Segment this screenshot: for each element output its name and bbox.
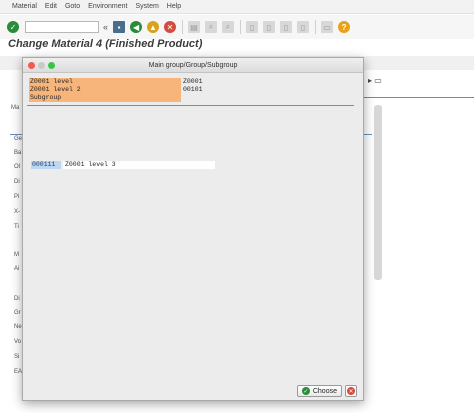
background-section-line xyxy=(10,134,22,135)
toolbar: ✓ « ▪ ◀ ▲ ✕ ▤ ⌕ ⌕ ▯ ▯ ▯ ▯ ▭ ? xyxy=(0,15,474,39)
background-section-line xyxy=(364,134,372,135)
find-next-icon[interactable]: ⌕ xyxy=(222,21,235,33)
save-icon[interactable]: ▪ xyxy=(113,21,126,33)
double-chevron-left-icon[interactable]: « xyxy=(103,22,108,32)
dialog-titlebar[interactable]: Main group/Group/Subgroup xyxy=(23,58,363,73)
background-section-line xyxy=(364,97,474,98)
background-scrollbar[interactable] xyxy=(374,105,382,280)
background-label: Di xyxy=(14,296,20,302)
cancel-icon[interactable]: ✕ xyxy=(164,21,177,33)
background-label: Ti xyxy=(14,224,19,230)
hierarchy-label-group: Z0001 level 2 xyxy=(29,86,181,94)
window-zoom-icon[interactable] xyxy=(48,62,55,69)
background-label: Pi xyxy=(14,194,20,200)
print-icon[interactable]: ▤ xyxy=(188,21,201,33)
background-label: Gr xyxy=(14,310,21,316)
background-label: Ge xyxy=(14,136,23,142)
menu-goto[interactable]: Goto xyxy=(65,3,80,10)
background-label: EA xyxy=(14,369,23,375)
exit-icon[interactable]: ▲ xyxy=(147,21,160,33)
dialog-title: Main group/Group/Subgroup xyxy=(148,62,238,69)
background-label: Di xyxy=(14,179,20,185)
last-page-icon[interactable]: ▯ xyxy=(297,21,310,33)
first-page-icon[interactable]: ▯ xyxy=(246,21,259,33)
dialog-divider xyxy=(27,105,354,106)
choose-button[interactable]: ✓ Choose xyxy=(296,385,342,397)
hierarchy-value-main-group: Z0001 xyxy=(183,78,203,85)
toolbar-separator xyxy=(240,20,242,34)
menu-help[interactable]: Help xyxy=(167,3,181,10)
next-page-icon[interactable]: ▯ xyxy=(280,21,293,33)
list-item-description[interactable]: Z0001 level 3 xyxy=(63,161,215,169)
menu-environment[interactable]: Environment xyxy=(88,3,127,10)
find-icon[interactable]: ⌕ xyxy=(205,21,218,33)
background-label: X- xyxy=(14,209,20,215)
dialog-footer: ✓ Choose ✕ xyxy=(23,382,363,400)
hierarchy-value-group: 00101 xyxy=(183,86,203,93)
window-close-icon[interactable] xyxy=(28,62,35,69)
check-icon: ✓ xyxy=(301,387,310,395)
command-field[interactable] xyxy=(25,21,99,33)
help-icon[interactable]: ? xyxy=(338,21,351,33)
folder-nav-icon[interactable]: ▸ ▭ xyxy=(368,76,382,85)
back-icon[interactable]: ◀ xyxy=(130,21,143,33)
menu-edit[interactable]: Edit xyxy=(45,3,57,10)
page-title: Change Material 4 (Finished Product) xyxy=(8,38,203,50)
choose-button-label: Choose xyxy=(312,387,337,395)
background-label: Vo xyxy=(14,339,22,345)
background-label: Si xyxy=(14,354,20,360)
menu-material[interactable]: Material xyxy=(12,3,37,10)
background-label: M xyxy=(14,252,19,258)
background-label: Ol xyxy=(14,164,20,170)
new-session-icon[interactable]: ▭ xyxy=(321,21,334,33)
hierarchy-label-main-group: Z0001 level xyxy=(29,78,181,86)
menu-system[interactable]: System xyxy=(135,3,158,10)
cancel-icon: ✕ xyxy=(347,387,355,395)
hierarchy-label-subgroup: Subgroup xyxy=(29,94,181,102)
background-label: Ma xyxy=(11,105,20,111)
check-icon[interactable]: ✓ xyxy=(7,21,19,33)
main-group-dialog: Main group/Group/Subgroup Z0001 level Z0… xyxy=(22,57,364,401)
cancel-button[interactable]: ✕ xyxy=(345,385,357,397)
value-list: 000111 Z0001 level 3 xyxy=(25,108,361,380)
background-label: Ba xyxy=(14,150,22,156)
background-label: Ne xyxy=(14,324,22,330)
toolbar-separator xyxy=(182,20,184,34)
previous-page-icon[interactable]: ▯ xyxy=(263,21,276,33)
toolbar-separator xyxy=(315,20,317,34)
background-label: Ai xyxy=(14,266,20,272)
list-item-code[interactable]: 000111 xyxy=(31,161,61,169)
menu-bar: Material Edit Goto Environment System He… xyxy=(0,0,474,14)
window-minimize-icon[interactable] xyxy=(38,62,45,69)
